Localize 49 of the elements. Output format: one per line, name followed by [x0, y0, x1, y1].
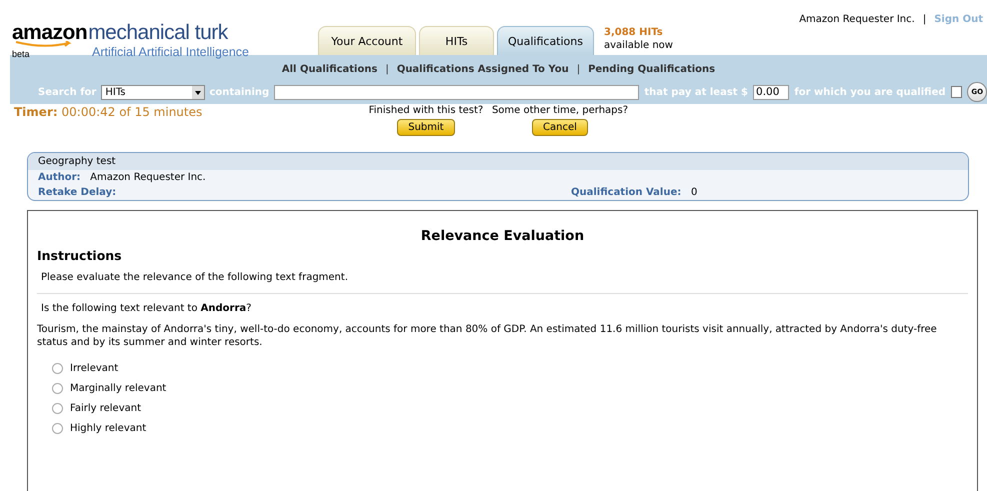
action-button[interactable]: Cancel	[532, 119, 588, 136]
timer: Timer: 00:00:42 of 15 minutes	[14, 105, 202, 119]
hits-count: 3,088 HITs	[604, 26, 664, 39]
radio-button[interactable]	[52, 403, 63, 414]
radio-button[interactable]	[52, 423, 63, 434]
test-title: Geography test	[28, 153, 968, 170]
option-label[interactable]: Marginally relevant	[70, 383, 166, 394]
instructions-text: Please evaluate the relevance of the following text fragment.	[40, 271, 349, 284]
retake-label: Retake Delay:	[38, 187, 118, 198]
action-prompt: Some other time, perhaps?	[492, 105, 628, 116]
logo-tagline: Artificial Artificial Intelligence	[92, 45, 250, 59]
qualified-label: for which you are qualified	[794, 86, 946, 98]
containing-label: containing	[210, 86, 270, 98]
author-value: Amazon Requester Inc.	[90, 172, 206, 183]
nav-tab[interactable]: Qualifications	[497, 26, 594, 55]
type-select[interactable]: HITs	[101, 84, 204, 100]
smile-arrow-icon	[14, 41, 74, 48]
author-label: Author:	[38, 172, 81, 183]
option-label[interactable]: Highly relevant	[70, 423, 146, 434]
logo-brand: amazon	[12, 24, 88, 41]
action-prompt: Finished with this test?	[368, 105, 484, 116]
sub-nav-link[interactable]: Pending Qualifications	[588, 64, 716, 75]
passage-text: Tourism, the mainstay of Andorra's tiny, well-to-do economy, accounts for more than 80% of GDP. An estimated 11.6 million tourists visit annually, attracted by Andorra's duty-free status and by its summer and winter resorts.	[37, 323, 938, 349]
separator: |	[922, 14, 926, 25]
user-name: Amazon Requester Inc.	[799, 14, 915, 25]
question-prompt: Is the following text relevant to Andorra?	[40, 302, 252, 315]
nav-tab[interactable]: HITs	[419, 26, 494, 55]
action-button[interactable]: Submit	[397, 119, 455, 136]
sub-nav-link[interactable]: Qualifications Assigned To You	[396, 64, 569, 75]
hits-note: available now	[604, 39, 673, 52]
qualification-value-label: Qualification Value:	[571, 187, 682, 198]
option-label[interactable]: Fairly relevant	[70, 403, 142, 414]
separator: |	[576, 64, 580, 75]
pay-field[interactable]: 0.00	[753, 84, 790, 100]
option-label[interactable]: Irrelevant	[70, 363, 118, 374]
sub-nav-link[interactable]: All Qualifications	[282, 64, 378, 75]
radio-button[interactable]	[52, 363, 63, 374]
question-title: Relevance Evaluation	[420, 228, 586, 244]
nav-tab[interactable]: Your Account	[318, 26, 416, 55]
qualification-value: 0	[691, 187, 698, 198]
radio-button[interactable]	[52, 383, 63, 394]
logo-product: mechanical turk	[88, 24, 228, 41]
pay-label: that pay at least $	[644, 86, 748, 98]
separator: |	[385, 64, 389, 75]
search-field[interactable]	[274, 84, 640, 100]
beta-label: beta	[12, 49, 30, 59]
qualified-checkbox[interactable]	[950, 86, 962, 98]
instructions-heading: Instructions	[37, 248, 123, 263]
search-label: Search for	[38, 86, 96, 98]
